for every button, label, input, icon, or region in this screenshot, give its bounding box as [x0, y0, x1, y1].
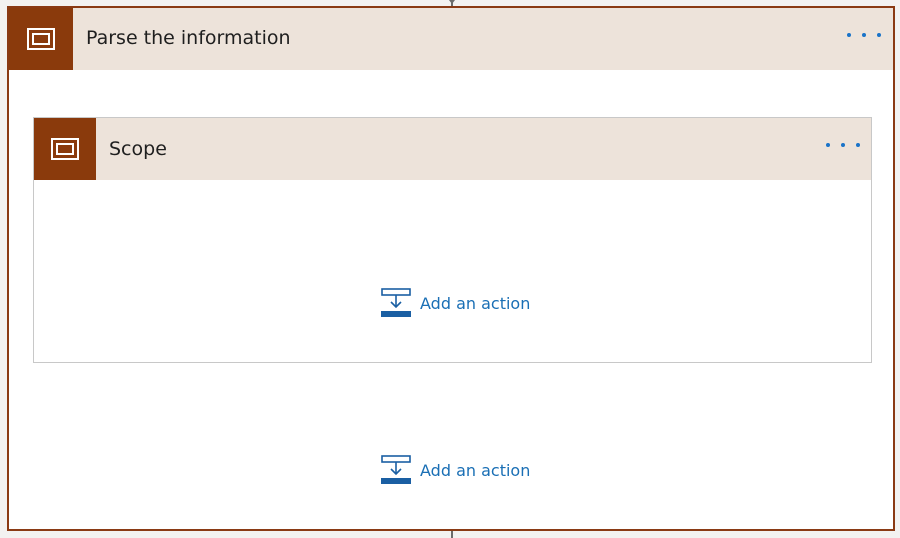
inner-scope-title[interactable]: Scope	[109, 138, 167, 160]
inner-scope-header[interactable]: Scope	[34, 118, 871, 180]
outer-scope-header[interactable]: Parse the information	[9, 8, 893, 70]
inner-add-action-button[interactable]: Add an action	[381, 288, 530, 318]
inner-more-options-icon[interactable]	[826, 140, 860, 150]
scope-icon	[27, 28, 55, 50]
scope-icon	[51, 138, 79, 160]
outer-more-options-icon[interactable]	[847, 30, 881, 40]
top-connector-arrow-icon	[446, 0, 458, 4]
outer-scope-card: Parse the information Scope Add an actio…	[7, 6, 895, 531]
add-action-icon	[381, 288, 411, 317]
inner-add-action-label[interactable]: Add an action	[420, 294, 530, 313]
outer-add-action-button[interactable]: Add an action	[381, 455, 530, 485]
outer-scope-icon-box	[9, 8, 73, 70]
bottom-connector-line	[451, 531, 453, 538]
outer-scope-title[interactable]: Parse the information	[86, 27, 291, 49]
inner-scope-icon-box	[34, 118, 96, 180]
inner-scope-card: Scope Add an action	[33, 117, 872, 363]
outer-add-action-label[interactable]: Add an action	[420, 461, 530, 480]
add-action-icon	[381, 455, 411, 484]
flow-designer-canvas: Parse the information Scope Add an actio…	[0, 0, 900, 538]
